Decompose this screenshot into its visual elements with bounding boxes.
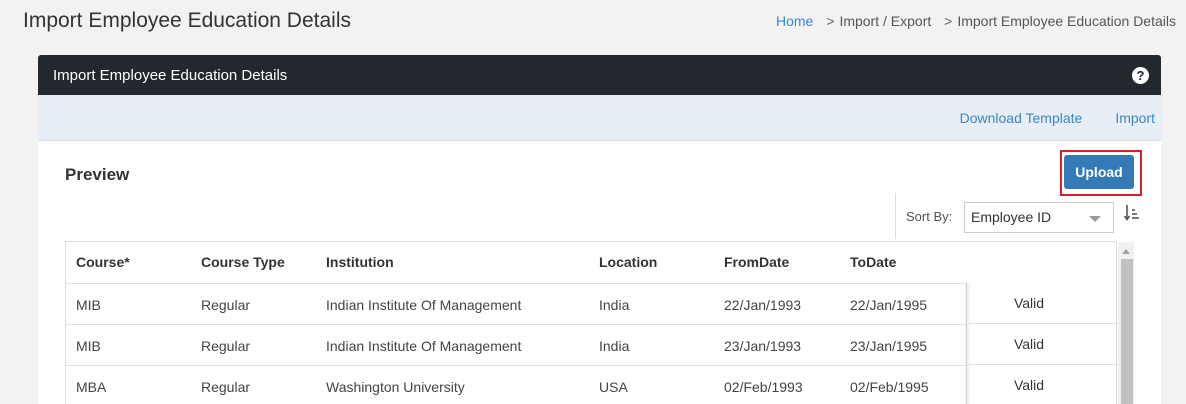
cell-institution: Washington University [316, 365, 589, 404]
cell-institution: Indian Institute Of Management [316, 283, 589, 325]
help-icon[interactable]: ? [1132, 66, 1149, 84]
cell-course-type: Regular [191, 324, 316, 366]
column-header-from-date[interactable]: FromDate [714, 242, 840, 284]
cell-course: MIB [66, 283, 191, 325]
column-header-course-type[interactable]: Course Type [191, 242, 316, 284]
cell-location: India [589, 283, 714, 325]
breadcrumb-separator: > [944, 13, 953, 29]
cell-from-date: 02/Feb/1993 [714, 365, 840, 404]
cell-course-type: Regular [191, 365, 316, 404]
scrollbar-thumb[interactable] [1121, 259, 1133, 404]
cell-location: India [589, 324, 714, 366]
upload-button[interactable]: Upload [1064, 155, 1134, 189]
sort-controls: Sort By: Employee ID [895, 193, 1161, 239]
table-header-row: Course* Course Type Institution Location… [66, 242, 967, 284]
cell-location: USA [589, 365, 714, 404]
column-header-institution[interactable]: Institution [316, 242, 589, 284]
vertical-scrollbar[interactable] [1118, 242, 1134, 404]
breadcrumb-separator: > [826, 13, 835, 29]
scroll-up-icon[interactable] [1122, 249, 1130, 254]
import-panel: Import Employee Education Details ? Down… [38, 55, 1161, 404]
chevron-down-icon [1089, 216, 1101, 222]
sort-order-icon[interactable] [1123, 204, 1140, 227]
download-template-link[interactable]: Download Template [960, 110, 1083, 126]
status-cell: Valid [968, 365, 1118, 404]
table-row[interactable]: MBA Regular Washington University USA 02… [66, 365, 967, 404]
cell-institution: Indian Institute Of Management [316, 324, 589, 366]
table-row[interactable]: MIB Regular Indian Institute Of Manageme… [66, 283, 967, 325]
cell-to-date: 23/Jan/1995 [840, 324, 967, 366]
table-row[interactable]: MIB Regular Indian Institute Of Manageme… [66, 324, 967, 366]
import-link[interactable]: Import [1115, 110, 1155, 126]
column-header-course[interactable]: Course* [66, 242, 191, 284]
preview-title: Preview [65, 165, 130, 184]
panel-header: Import Employee Education Details ? [38, 55, 1161, 95]
panel-title: Import Employee Education Details [53, 66, 288, 84]
status-cell: Valid [968, 324, 1118, 365]
status-cell: Valid [968, 283, 1118, 324]
breadcrumb-import-export[interactable]: Import / Export [839, 13, 931, 29]
breadcrumb: Home > Import / Export > Import Employee E… [776, 13, 1176, 29]
cell-course: MIB [66, 324, 191, 366]
preview-grid: Course* Course Type Institution Location… [65, 241, 1134, 404]
cell-from-date: 22/Jan/1993 [714, 283, 840, 325]
sort-by-select[interactable]: Employee ID [964, 202, 1114, 233]
status-column: Valid Valid Valid [968, 242, 1118, 404]
cell-to-date: 02/Feb/1995 [840, 365, 967, 404]
breadcrumb-home-link[interactable]: Home [776, 13, 813, 29]
cell-course: MBA [66, 365, 191, 404]
action-bar: Download Template Import [38, 95, 1161, 141]
breadcrumb-current: Import Employee Education Details [957, 13, 1176, 29]
column-header-location[interactable]: Location [589, 242, 714, 284]
cell-course-type: Regular [191, 283, 316, 325]
sort-by-label: Sort By: [906, 209, 953, 224]
page-title: Import Employee Education Details [23, 9, 351, 32]
frozen-column-divider [966, 283, 967, 404]
column-header-to-date[interactable]: ToDate [840, 242, 967, 284]
cell-from-date: 23/Jan/1993 [714, 324, 840, 366]
sort-by-selected-value: Employee ID [971, 209, 1052, 225]
cell-to-date: 22/Jan/1995 [840, 283, 967, 325]
preview-table: Course* Course Type Institution Location… [66, 242, 967, 404]
